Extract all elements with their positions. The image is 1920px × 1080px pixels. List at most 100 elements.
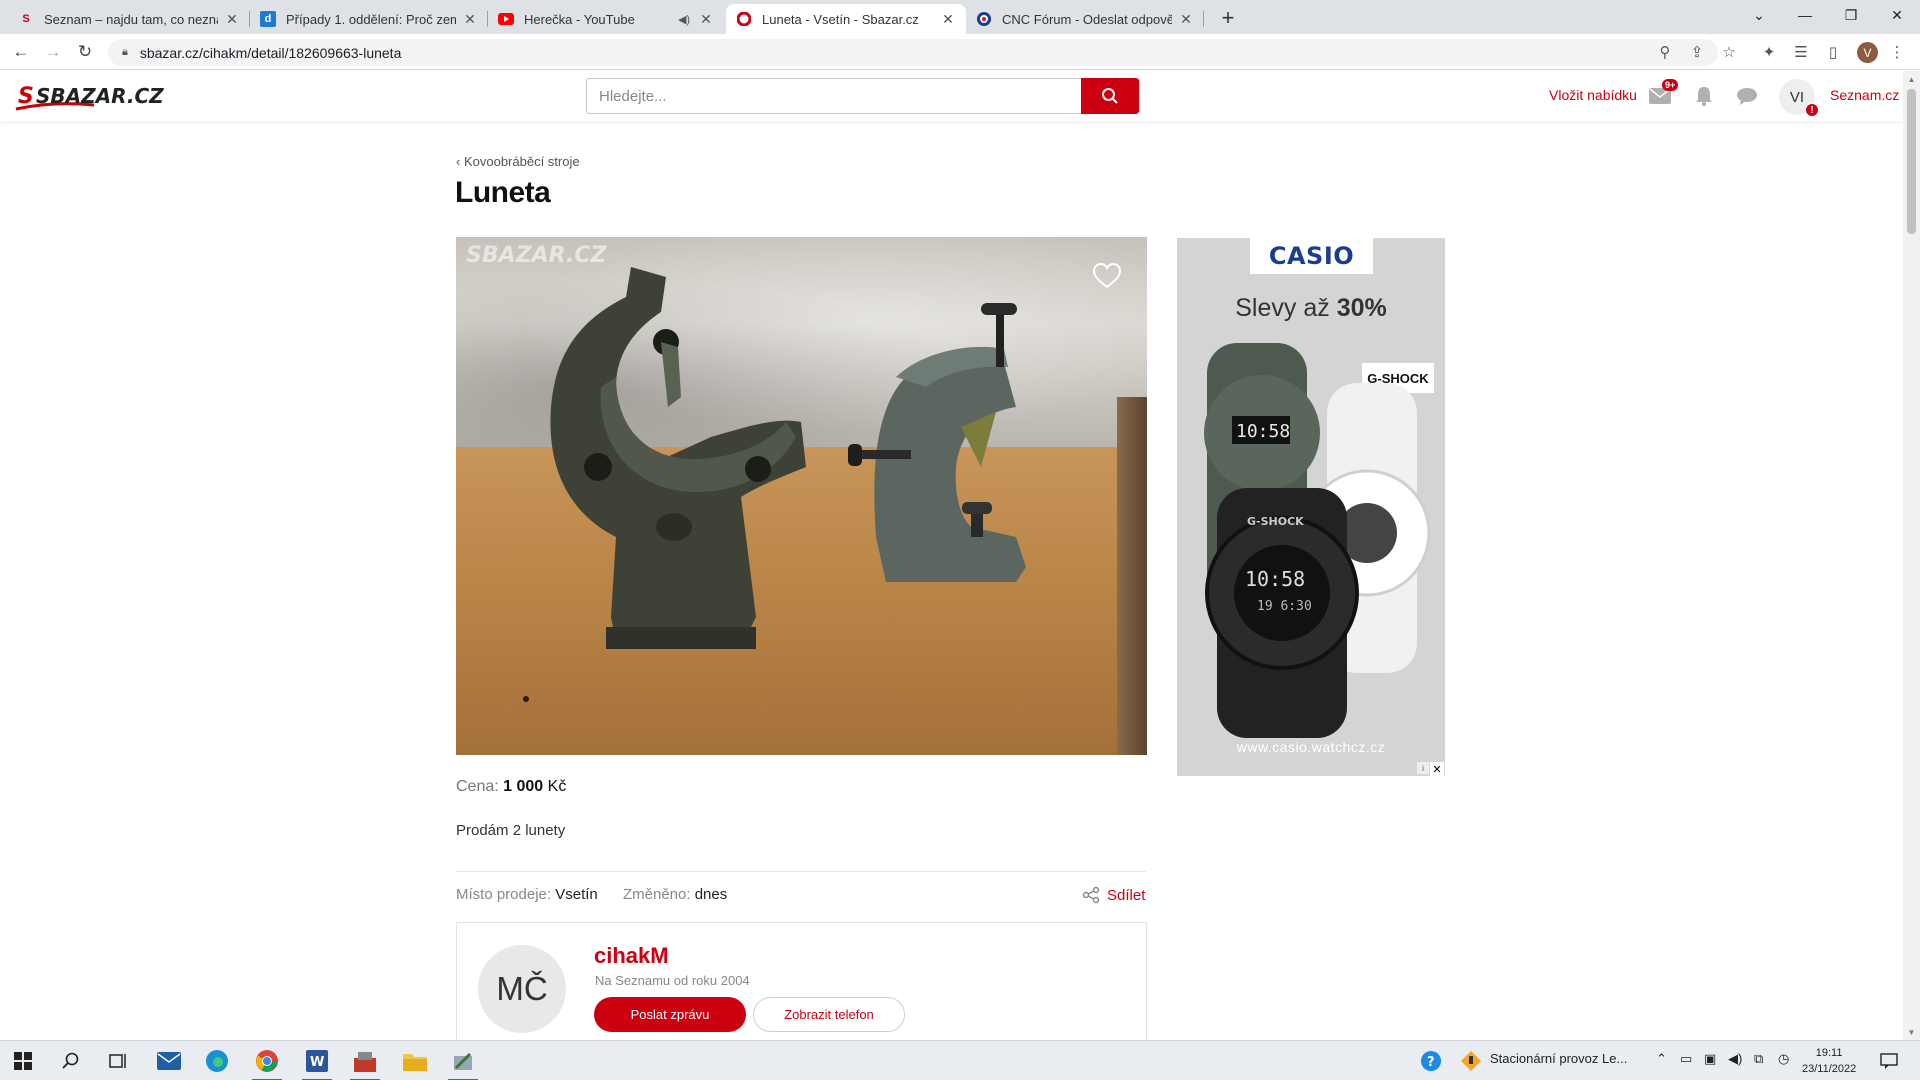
tab-seznam[interactable]: S Seznam – najdu tam, co neznám ✕ xyxy=(8,4,250,34)
tab-youtube[interactable]: Herečka - YouTube ◀) ✕ xyxy=(488,4,724,34)
sbazar-icon xyxy=(736,11,752,27)
reading-list-icon[interactable]: ☰ xyxy=(1788,39,1814,65)
ad-close-icon[interactable]: ✕ xyxy=(1430,762,1444,776)
svg-text:10:58: 10:58 xyxy=(1236,421,1290,442)
bookmark-star-icon[interactable]: ☆ xyxy=(1716,39,1742,65)
new-tab-button[interactable]: + xyxy=(1214,4,1242,32)
tab-pripady[interactable]: d Případy 1. oddělení: Proč zemřel ✕ xyxy=(250,4,488,34)
extensions-puzzle-icon[interactable]: ✦ xyxy=(1756,39,1782,65)
search-button[interactable] xyxy=(1081,78,1139,114)
lock-icon: 🔒︎ xyxy=(122,46,128,58)
sync-icon[interactable]: ◷ xyxy=(1778,1051,1789,1067)
battery-icon[interactable]: ▭ xyxy=(1680,1051,1692,1067)
close-icon[interactable]: ✕ xyxy=(462,11,478,28)
messages-badge: 9+ xyxy=(1662,79,1679,91)
reload-icon[interactable]: ↻ xyxy=(72,39,98,65)
maximize-button[interactable]: ❐ xyxy=(1828,0,1874,30)
mail-icon[interactable] xyxy=(146,1041,192,1080)
file-explorer-icon[interactable] xyxy=(392,1041,438,1080)
page-title: Luneta xyxy=(455,176,551,209)
svg-text:10:58: 10:58 xyxy=(1245,567,1305,591)
page-scrollbar[interactable]: ▲ ▼ xyxy=(1903,71,1920,1040)
ad-url: www.casio.watchcz.cz xyxy=(1236,739,1386,755)
address-bar[interactable]: 🔒︎ sbazar.cz/cihakm/detail/182609663-lun… xyxy=(108,39,1718,66)
seznam-link[interactable]: Seznam.cz xyxy=(1830,87,1899,103)
chevron-left-icon: ‹ xyxy=(456,154,464,169)
casio-advertisement[interactable]: CASIO Slevy až 30% G-SHOCK 10:58 10:58 1… xyxy=(1177,238,1445,776)
tab-sbazar[interactable]: Luneta - Vsetín - Sbazar.cz ✕ xyxy=(726,4,966,34)
share-button[interactable]: Sdílet xyxy=(1082,886,1145,904)
steady-rest-illustration xyxy=(523,267,1026,702)
share-label: Sdílet xyxy=(1107,886,1146,904)
photo-watermark: SBAZAR.CZ xyxy=(466,243,607,268)
seller-name[interactable]: cihakM xyxy=(594,943,669,969)
tab-cnc-forum[interactable]: CNC Fórum - Odeslat odpověď ✕ xyxy=(966,4,1204,34)
action-center-icon[interactable] xyxy=(1866,1041,1912,1080)
close-icon[interactable]: ✕ xyxy=(224,11,240,28)
share-page-icon[interactable]: ⇪ xyxy=(1684,39,1710,65)
traffic-warning-icon[interactable] xyxy=(1448,1041,1494,1080)
close-window-button[interactable]: ✕ xyxy=(1874,0,1920,30)
location-value: Vsetín xyxy=(555,886,598,903)
close-icon[interactable]: ✕ xyxy=(1178,11,1194,28)
edge-icon[interactable] xyxy=(194,1041,240,1080)
side-panel-icon[interactable]: ▯ xyxy=(1820,39,1846,65)
search-icon xyxy=(1102,88,1118,104)
windows-start-icon[interactable] xyxy=(0,1041,46,1080)
tab-label: Luneta - Vsetín - Sbazar.cz xyxy=(762,11,919,27)
d-icon: d xyxy=(260,11,276,27)
close-icon[interactable]: ✕ xyxy=(940,11,956,28)
breadcrumb[interactable]: ‹ Kovoobráběcí stroje xyxy=(456,154,580,169)
chat-bubble-icon[interactable] xyxy=(1733,83,1761,109)
sbazar-logo[interactable]: S SBAZAR.CZ xyxy=(14,81,176,117)
show-phone-button[interactable]: Zobrazit telefon xyxy=(753,997,905,1032)
tray-chevron-up-icon[interactable]: ⌃ xyxy=(1656,1051,1667,1067)
user-alert-badge: ! xyxy=(1805,103,1819,117)
tool-app-icon[interactable] xyxy=(440,1041,486,1080)
tab-search-icon[interactable]: ⌄ xyxy=(1736,0,1782,30)
divider xyxy=(456,871,1146,872)
svg-text:?: ? xyxy=(1427,1055,1435,1070)
price-label: Cena: xyxy=(456,778,499,795)
svg-text:W: W xyxy=(310,1055,324,1070)
notification-text[interactable]: Stacionární provoz Le... xyxy=(1490,1051,1627,1066)
breadcrumb-category[interactable]: Kovoobráběcí stroje xyxy=(464,154,580,169)
network-icon[interactable]: ▣ xyxy=(1704,1051,1716,1067)
profile-avatar[interactable]: V xyxy=(1857,42,1878,63)
svg-text:19 6:30: 19 6:30 xyxy=(1257,599,1312,614)
volume-icon[interactable]: ◀) xyxy=(1728,1051,1742,1067)
post-ad-link[interactable]: Vložit nabídku xyxy=(1549,87,1637,103)
mute-icon[interactable]: ◀) xyxy=(676,13,692,26)
close-icon[interactable]: ✕ xyxy=(698,11,714,28)
heart-favorite-icon[interactable] xyxy=(1092,261,1122,291)
scroll-up-icon[interactable]: ▲ xyxy=(1903,71,1920,87)
zoom-icon[interactable]: ⚲ xyxy=(1652,39,1678,65)
back-arrow-icon[interactable]: ← xyxy=(8,39,34,65)
display-icon[interactable]: ⧉ xyxy=(1754,1051,1763,1067)
seller-avatar[interactable]: MČ xyxy=(478,945,566,1033)
scroll-down-icon[interactable]: ▼ xyxy=(1903,1024,1920,1040)
search-input[interactable]: Hledejte... xyxy=(586,78,1082,114)
taskbar-clock[interactable]: 19:11 23/11/2022 xyxy=(1802,1045,1856,1077)
listing-photo[interactable]: SBAZAR.CZ xyxy=(456,237,1147,755)
bell-icon[interactable] xyxy=(1690,83,1718,109)
location-info: Místo prodeje: Vsetín xyxy=(456,886,598,903)
site-header: S SBAZAR.CZ Hledejte... Vložit nabídku 9… xyxy=(0,71,1903,121)
tab-label: Případy 1. oddělení: Proč zemřel xyxy=(286,11,456,27)
seller-since: Na Seznamu od roku 2004 xyxy=(595,973,750,988)
minimize-button[interactable]: — xyxy=(1782,0,1828,30)
price: Cena: 1 000 Kč xyxy=(456,778,566,796)
seller-card: MČ cihakM Na Seznamu od roku 2004 Poslat… xyxy=(456,922,1147,1042)
chrome-icon[interactable] xyxy=(244,1041,290,1080)
scroll-thumb[interactable] xyxy=(1907,89,1916,234)
word-icon[interactable]: W xyxy=(294,1041,340,1080)
search-icon[interactable] xyxy=(48,1041,94,1080)
forward-arrow-icon[interactable]: → xyxy=(40,39,66,65)
menu-dots-icon[interactable]: ⋮ xyxy=(1884,39,1910,65)
app-icon[interactable] xyxy=(342,1041,388,1080)
url-text: sbazar.cz/cihakm/detail/182609663-luneta xyxy=(139,44,402,61)
task-view-icon[interactable] xyxy=(96,1041,142,1080)
clock-date: 23/11/2022 xyxy=(1802,1063,1857,1075)
send-message-button[interactable]: Poslat zprávu xyxy=(594,997,746,1032)
ad-info-icon[interactable]: i xyxy=(1417,762,1429,774)
